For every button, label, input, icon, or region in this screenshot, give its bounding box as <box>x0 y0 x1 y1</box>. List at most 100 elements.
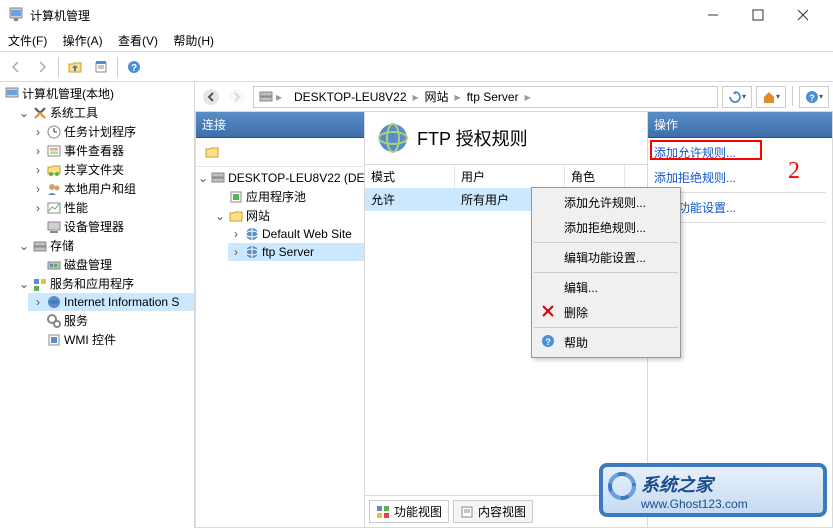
conn-ftp-server[interactable]: ftp Server <box>262 245 314 259</box>
svg-text:?: ? <box>545 337 551 347</box>
watermark-badge: 系统之家 www.Ghost123.com <box>599 463 827 517</box>
menu-help[interactable]: 帮助(H) <box>173 34 214 48</box>
conn-folder-icon[interactable] <box>200 140 224 164</box>
col-user[interactable]: 用户 <box>455 165 565 188</box>
storage-icon <box>32 238 48 254</box>
ctx-delete[interactable]: 删除 <box>534 300 678 325</box>
connections-header: 连接 <box>196 112 364 138</box>
annotation-highlight-2 <box>650 140 762 160</box>
refresh-button[interactable]: ▾ <box>722 86 752 108</box>
app-pool-icon <box>228 189 244 205</box>
tree-local-users[interactable]: 本地用户和组 <box>64 180 136 197</box>
computer-mgmt-icon <box>4 86 20 102</box>
title-bar: 计算机管理 <box>0 0 833 30</box>
twist-closed-icon[interactable]: › <box>32 145 44 157</box>
twist-closed-icon[interactable]: › <box>32 183 44 195</box>
tree-storage[interactable]: 存储 <box>50 237 74 254</box>
twist-open-icon[interactable]: ⌄ <box>18 278 30 290</box>
event-viewer-icon <box>46 143 62 159</box>
app-icon <box>8 7 24 23</box>
breadcrumb-field[interactable]: ▸ DESKTOP-LEU8V22▸ 网站▸ ftp Server▸ <box>253 86 718 108</box>
close-button[interactable] <box>780 0 825 30</box>
device-manager-icon <box>46 219 62 235</box>
tree-event-viewer[interactable]: 事件查看器 <box>64 142 124 159</box>
disk-mgmt-icon <box>46 257 62 273</box>
watermark-icon <box>607 471 637 501</box>
ctx-add-allow[interactable]: 添加允许规则... <box>534 190 678 215</box>
tree-iis[interactable]: Internet Information S <box>64 295 179 309</box>
home-dropdown-button[interactable]: ▾ <box>756 86 786 108</box>
menu-action[interactable]: 操作(A) <box>63 34 103 48</box>
crumb-server[interactable]: DESKTOP-LEU8V22 <box>292 90 409 104</box>
crumb-ftp[interactable]: ftp Server <box>465 90 521 104</box>
content-tab-icon <box>460 505 474 519</box>
action-add-deny[interactable]: 添加拒绝规则... <box>654 167 826 188</box>
twist-closed-icon[interactable]: › <box>32 296 44 308</box>
tree-services-apps[interactable]: 服务和应用程序 <box>50 275 134 292</box>
help-icon: ? <box>540 333 556 349</box>
tree-wmi[interactable]: WMI 控件 <box>64 331 116 348</box>
tree-shared-folders[interactable]: 共享文件夹 <box>64 161 124 178</box>
tab-content-view[interactable]: 内容视图 <box>453 500 533 523</box>
properties-button[interactable] <box>89 55 113 79</box>
sites-folder-icon <box>228 208 244 224</box>
menu-bar: 文件(F) 操作(A) 查看(V) 帮助(H) <box>0 30 833 51</box>
delete-icon <box>540 303 556 319</box>
tab-feature-view[interactable]: 功能视图 <box>369 500 449 523</box>
ctx-edit-feature[interactable]: 编辑功能设置... <box>534 245 678 270</box>
col-role[interactable]: 角色 <box>565 165 625 188</box>
connections-tree[interactable]: ⌄DESKTOP-LEU8V22 (DE 应用程序池 ⌄网站 ›Default … <box>196 167 364 263</box>
conn-sites[interactable]: 网站 <box>246 207 270 224</box>
users-groups-icon <box>46 181 62 197</box>
conn-default-site[interactable]: Default Web Site <box>262 227 352 241</box>
twist-open-icon[interactable]: ⌄ <box>18 107 30 119</box>
conn-server[interactable]: DESKTOP-LEU8V22 (DE <box>228 171 364 185</box>
address-bar: ▸ DESKTOP-LEU8V22▸ 网站▸ ftp Server▸ ▾ ▾ ?… <box>195 82 833 112</box>
twist-closed-icon[interactable]: › <box>32 202 44 214</box>
ctx-edit[interactable]: 编辑... <box>534 275 678 300</box>
twist-closed-icon[interactable]: › <box>32 126 44 138</box>
maximize-button[interactable] <box>735 0 780 30</box>
menu-file[interactable]: 文件(F) <box>8 34 47 48</box>
tree-performance[interactable]: 性能 <box>64 199 88 216</box>
minimize-button[interactable] <box>690 0 735 30</box>
col-mode[interactable]: 模式 <box>365 165 455 188</box>
ftp-site-icon <box>244 244 260 260</box>
task-scheduler-icon <box>46 124 62 140</box>
watermark-title: 系统之家 <box>641 471 713 497</box>
nav-forward-button[interactable] <box>225 85 249 109</box>
tree-device-manager[interactable]: 设备管理器 <box>64 218 124 235</box>
server-icon: ▸ <box>258 89 288 105</box>
tree-system-tools[interactable]: 系统工具 <box>50 104 98 121</box>
wmi-icon <box>46 332 62 348</box>
table-header: 模式 用户 角色 <box>365 164 647 188</box>
twist-open-icon[interactable]: ⌄ <box>18 240 30 252</box>
nav-back-button[interactable] <box>199 85 223 109</box>
actions-header: 操作 <box>648 112 832 138</box>
tree-root[interactable]: 计算机管理(本地) <box>22 85 114 102</box>
back-button[interactable] <box>4 55 28 79</box>
center-title: FTP 授权规则 <box>417 125 528 151</box>
toolbar: ? <box>0 52 833 82</box>
conn-app-pool[interactable]: 应用程序池 <box>246 188 306 205</box>
ctx-help[interactable]: ?帮助 <box>534 330 678 355</box>
tree-task-scheduler[interactable]: 任务计划程序 <box>64 123 136 140</box>
tree-disk-mgmt[interactable]: 磁盘管理 <box>64 256 112 273</box>
crumb-sites[interactable]: 网站 <box>423 88 451 105</box>
forward-button[interactable] <box>30 55 54 79</box>
menu-view[interactable]: 查看(V) <box>118 34 158 48</box>
folder-up-button[interactable] <box>63 55 87 79</box>
website-icon <box>244 226 260 242</box>
tree-services[interactable]: 服务 <box>64 312 88 329</box>
performance-icon <box>46 200 62 216</box>
help-button[interactable]: ? <box>122 55 146 79</box>
svg-text:?: ? <box>131 63 137 74</box>
help-dropdown-button[interactable]: ?▾ <box>799 86 829 108</box>
twist-closed-icon[interactable]: › <box>32 164 44 176</box>
watermark-url: www.Ghost123.com <box>641 497 748 511</box>
iis-icon <box>46 294 62 310</box>
server-node-icon <box>210 170 226 186</box>
mmc-tree[interactable]: 计算机管理(本地) ⌄ 系统工具 › 任务计划程序 › 事件查看器 › 共享文件夹 › 本… <box>0 82 195 528</box>
ctx-add-deny[interactable]: 添加拒绝规则... <box>534 215 678 240</box>
services-apps-icon <box>32 276 48 292</box>
